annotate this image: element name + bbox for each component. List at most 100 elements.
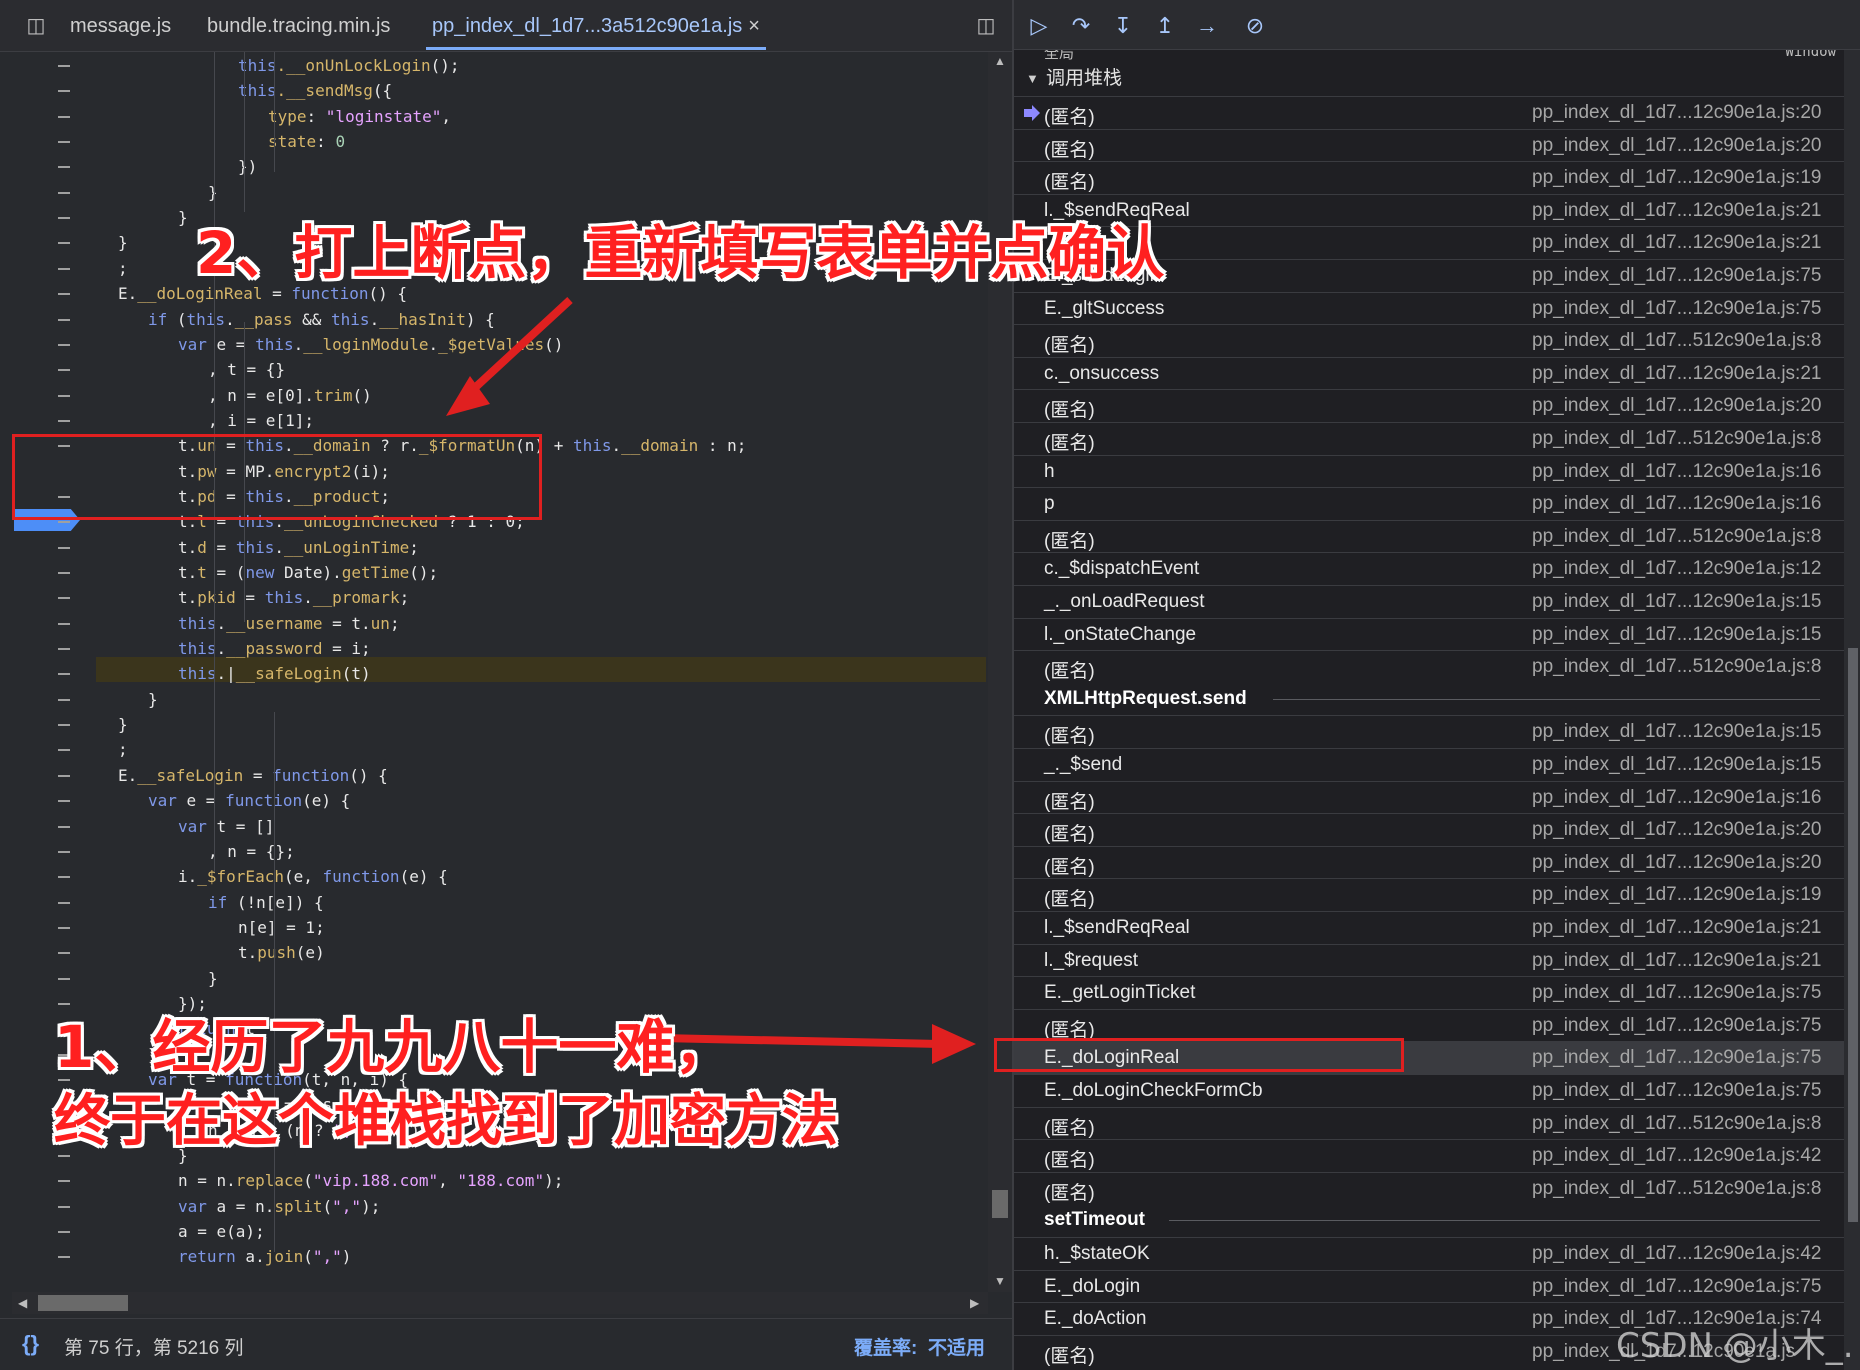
- callstack-frame[interactable]: E._gltSuccess pp_index_dl_1d7...12c90e1a.…: [1014, 291, 1844, 325]
- callstack-frame[interactable]: E._doLogin pp_index_dl_1d7...12c90e1a.js:…: [1014, 1269, 1844, 1303]
- coverage-label[interactable]: 覆盖率:: [854, 1333, 917, 1360]
- code-line[interactable]: , n = e[0].trim(): [208, 383, 372, 408]
- gutter-line-marker[interactable]: [58, 597, 70, 600]
- code-line[interactable]: }: [208, 966, 218, 991]
- frame-location-link[interactable]: pp_index_dl_1d7...12c90e1a.js:21: [1532, 232, 1821, 254]
- frame-location-link[interactable]: pp_index_dl_1d7...12c90e1a.js:75: [1532, 265, 1821, 287]
- resume-icon[interactable]: ▷: [1024, 11, 1054, 41]
- callstack-frame[interactable]: p pp_index_dl_1d7...12c90e1a.js:16: [1014, 487, 1844, 520]
- code-line[interactable]: this.__onUnLockLogin();: [238, 53, 460, 78]
- frame-location-link[interactable]: pp_index_dl_1d7...12c90e1a.js:16: [1532, 787, 1821, 809]
- scroll-thumb[interactable]: [38, 1295, 128, 1311]
- code-line[interactable]: return a.join(","): [178, 1244, 351, 1269]
- scroll-thumb[interactable]: [992, 1190, 1008, 1218]
- frame-location-link[interactable]: pp_index_dl_1d7...12c90e1a.js:16: [1532, 461, 1821, 483]
- code-line[interactable]: t.push(e): [238, 940, 325, 965]
- frame-location-link[interactable]: pp_index_dl_1d7...12c90e1a.js:20: [1532, 135, 1821, 157]
- callstack-frame[interactable]: (匿名) pp_index_dl_1d7...512c90e1a.js:8: [1014, 422, 1844, 455]
- code-line[interactable]: i._$forEach(e, function(e) {: [178, 864, 448, 889]
- callstack-frame[interactable]: (匿名) pp_index_dl_1d7...12c90e1a.js:16: [1014, 780, 1844, 814]
- frame-location-link[interactable]: pp_index_dl_1d7...12c90e1a.js:16: [1532, 493, 1821, 515]
- gutter-line-marker[interactable]: [58, 774, 70, 777]
- callstack-frame[interactable]: (匿名) pp_index_dl_1d7...12c90e1a.js:20: [1014, 128, 1844, 162]
- frame-location-link[interactable]: pp_index_dl_1d7...12c90e1a.js:75: [1532, 982, 1821, 1004]
- frame-location-link[interactable]: pp_index_dl_1d7...12c90e1a.js:15: [1532, 624, 1821, 646]
- gutter-line-marker[interactable]: [58, 648, 70, 651]
- code-line[interactable]: , t = {}: [208, 357, 285, 382]
- code-line[interactable]: n = n.replace("vip.188.com", "188.com");: [178, 1168, 563, 1193]
- gutter-line-marker[interactable]: [58, 166, 70, 169]
- gutter-line-marker[interactable]: [58, 749, 70, 752]
- callstack-frame[interactable]: _._onLoadRequest pp_index_dl_1d7...12c90e…: [1014, 585, 1844, 618]
- scroll-thumb[interactable]: [1848, 648, 1858, 1222]
- frame-location-link[interactable]: pp_index_dl_1d7...12c90e1a.js:15: [1532, 721, 1821, 743]
- code-line[interactable]: if (!n[e]) {: [208, 890, 324, 915]
- gutter-line-marker[interactable]: [58, 419, 70, 422]
- frame-location-link[interactable]: pp_index_dl_1d7...12c90e1a.js:12: [1532, 558, 1821, 580]
- callstack-frame[interactable]: (匿名) pp_index_dl_1d7...512c90e1a.js:8: [1014, 650, 1844, 683]
- code-line[interactable]: this.__password = i;: [178, 636, 371, 661]
- code-line[interactable]: state: 0: [268, 129, 345, 154]
- callstack-frame[interactable]: (匿名) pp_index_dl_1d7...512c90e1a.js:8: [1014, 1106, 1844, 1140]
- gutter-line-marker[interactable]: [58, 977, 70, 980]
- gutter-line-marker[interactable]: [58, 267, 70, 270]
- scroll-up-icon[interactable]: ▲: [994, 54, 1006, 68]
- frame-location-link[interactable]: pp_index_dl_1d7...12c90e1a.js:75: [1532, 1047, 1821, 1069]
- callstack-frame[interactable]: E._doLoginCheckFormCb pp_index_dl_1d7...1…: [1014, 1074, 1844, 1107]
- gutter-line-marker[interactable]: [58, 217, 70, 220]
- code-line[interactable]: var e = function(e) {: [148, 788, 350, 813]
- gutter-line-marker[interactable]: [58, 318, 70, 321]
- callstack-frame[interactable]: (匿名) pp_index_dl_1d7...12c90e1a.js:42: [1014, 1139, 1844, 1172]
- callstack-frame[interactable]: (匿名) pp_index_dl_1d7...12c90e1a.js:19: [1014, 161, 1844, 194]
- gutter-line-marker[interactable]: [58, 622, 70, 625]
- step-over-icon[interactable]: ↷: [1066, 11, 1096, 41]
- scroll-down-icon[interactable]: ▼: [994, 1274, 1006, 1288]
- gutter-line-marker[interactable]: [58, 1256, 70, 1259]
- gutter-line-marker[interactable]: [58, 850, 70, 853]
- callstack-frame[interactable]: l._$request pp_index_dl_1d7...12c90e1a.js…: [1014, 943, 1844, 977]
- scroll-right-icon[interactable]: ▶: [970, 1296, 979, 1310]
- gutter-line-marker[interactable]: [58, 572, 70, 574]
- callstack-frame[interactable]: _._$send pp_index_dl_1d7...12c90e1a.js:15: [1014, 748, 1844, 781]
- frame-location-link[interactable]: pp_index_dl_1d7...512c90e1a.js:8: [1532, 1178, 1821, 1200]
- frame-location-link[interactable]: pp_index_dl_1d7...12c90e1a.js:20: [1532, 819, 1821, 841]
- toggle-debugger-icon[interactable]: ◫: [972, 12, 1000, 40]
- gutter-line-marker[interactable]: [58, 800, 70, 803]
- step-icon[interactable]: →: [1192, 11, 1222, 41]
- coverage-value[interactable]: 不适用: [928, 1333, 985, 1360]
- gutter-line-marker[interactable]: [58, 521, 70, 524]
- frame-location-link[interactable]: pp_index_dl_1d7...12c90e1a.js:21: [1532, 363, 1821, 385]
- code-line[interactable]: n[e] = 1;: [238, 915, 325, 940]
- callstack-frame[interactable]: (匿名) pp_index_dl_1d7...512c90e1a.js:8: [1014, 1171, 1844, 1205]
- tab-pp-index[interactable]: pp_index_dl_1d7...3a512c90e1a.js ×: [426, 0, 766, 52]
- frame-location-link[interactable]: pp_index_dl_1d7...512c90e1a.js:8: [1532, 526, 1821, 548]
- callstack-frame[interactable]: E._getLoginTicket pp_index_dl_1d7...12c90…: [1014, 976, 1844, 1009]
- frame-location-link[interactable]: pp_index_dl_1d7...512c90e1a.js:8: [1532, 1113, 1821, 1135]
- frame-location-link[interactable]: pp_index_dl_1d7...12c90e1a.js:19: [1532, 884, 1821, 906]
- collapse-caret-icon[interactable]: ▼: [1026, 64, 1039, 94]
- callstack-frame[interactable]: h._$stateOK pp_index_dl_1d7...12c90e1a.js…: [1014, 1237, 1844, 1270]
- frame-location-link[interactable]: pp_index_dl_1d7...12c90e1a.js:21: [1532, 950, 1821, 972]
- code-line[interactable]: var a = n.split(",");: [178, 1194, 380, 1219]
- frame-location-link[interactable]: pp_index_dl_1d7...12c90e1a.js:75: [1532, 1276, 1821, 1298]
- code-line[interactable]: if (this.__pass && this.__hasInit) {: [148, 307, 495, 332]
- callstack-frame[interactable]: l._onStateChange pp_index_dl_1d7...12c90e…: [1014, 617, 1844, 651]
- frame-location-link[interactable]: pp_index_dl_1d7...512c90e1a.js:8: [1532, 428, 1821, 450]
- callstack-frame[interactable]: c._onsuccess pp_index_dl_1d7...12c90e1a.j…: [1014, 356, 1844, 390]
- code-line[interactable]: var t = []: [178, 814, 274, 839]
- gutter-line-marker[interactable]: [58, 394, 70, 397]
- step-into-icon[interactable]: ↧: [1108, 11, 1138, 41]
- code-line[interactable]: }: [208, 180, 218, 205]
- frame-location-link[interactable]: pp_index_dl_1d7...12c90e1a.js:21: [1532, 200, 1821, 222]
- code-line[interactable]: }: [148, 687, 158, 712]
- callstack-frame[interactable]: (匿名) pp_index_dl_1d7...512c90e1a.js:8: [1014, 324, 1844, 357]
- callstack-frame[interactable]: h pp_index_dl_1d7...12c90e1a.js:16: [1014, 454, 1844, 488]
- callstack-frame[interactable]: (匿名) pp_index_dl_1d7...12c90e1a.js:20: [1014, 813, 1844, 846]
- code-line[interactable]: , n = {};: [208, 839, 295, 864]
- frame-location-link[interactable]: pp_index_dl_1d7...12c90e1a.js:20: [1532, 852, 1821, 874]
- editor-horizontal-scrollbar[interactable]: ◀ ▶: [12, 1292, 988, 1314]
- code-line[interactable]: }: [118, 230, 128, 255]
- gutter-line-marker[interactable]: [58, 293, 70, 296]
- gutter-line-marker[interactable]: [58, 343, 70, 346]
- pretty-print-icon[interactable]: {}: [22, 1331, 39, 1357]
